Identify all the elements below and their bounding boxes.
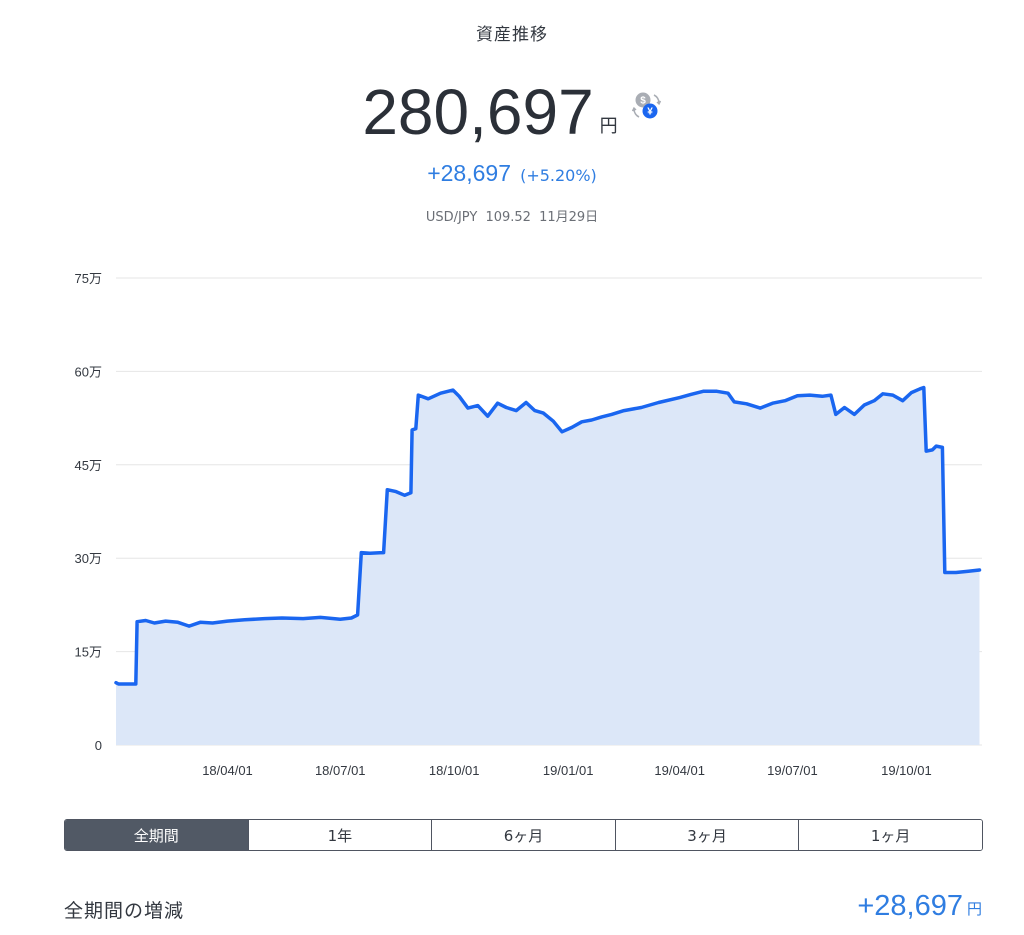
x-tick-label: 19/10/01 [881, 763, 932, 778]
y-tick-label: 30万 [75, 551, 102, 566]
tab-1-year[interactable]: 1年 [247, 820, 432, 850]
change-row: +28,697 (+5.20%) [0, 160, 1024, 187]
fx-rate-row: USD/JPY 109.52 11月29日 [0, 206, 1024, 225]
change-percent: (+5.20%) [520, 166, 597, 185]
total-asset-unit: 円 [599, 116, 618, 137]
tab-6-months[interactable]: 6ヶ月 [431, 820, 615, 850]
tab-3-months[interactable]: 3ヶ月 [614, 820, 799, 850]
x-tick-label: 18/04/01 [202, 763, 253, 778]
currency-toggle-icon[interactable]: $ ¥ [631, 90, 662, 122]
y-tick-label: 15万 [75, 645, 102, 660]
series-area [116, 387, 980, 745]
fx-date: 11月29日 [539, 210, 599, 225]
y-tick-label: 0 [95, 738, 102, 753]
summary-value-row: +28,697 円 [857, 890, 982, 923]
tab-all-period[interactable]: 全期間 [65, 820, 248, 850]
x-tick-label: 19/04/01 [654, 763, 705, 778]
summary-value: +28,697 [857, 890, 963, 922]
summary-unit: 円 [966, 900, 982, 918]
y-tick-label: 60万 [75, 364, 102, 379]
fx-rate: 109.52 [485, 210, 531, 225]
svg-text:$: $ [640, 96, 646, 107]
y-tick-label: 75万 [75, 271, 102, 286]
tab-1-month[interactable]: 1ヶ月 [798, 820, 982, 850]
svg-text:¥: ¥ [647, 107, 653, 118]
x-tick-label: 19/07/01 [767, 763, 818, 778]
asset-history-chart: 0 15万 30万 45万 60万 75万 18/04/01 18/07/01 18/10/01… [75, 271, 982, 778]
y-tick-label: 45万 [75, 458, 102, 473]
total-asset-value: 280,697 [362, 76, 594, 148]
x-tick-label: 18/10/01 [429, 763, 480, 778]
x-tick-label: 18/07/01 [315, 763, 366, 778]
total-asset-row: 280,697 円 $ ¥ [0, 80, 1024, 144]
change-value: +28,697 [427, 160, 511, 186]
page-title: 資産推移 [476, 25, 548, 45]
x-tick-label: 19/01/01 [543, 763, 594, 778]
period-tabs: 全期間 1年 6ヶ月 3ヶ月 1ヶ月 [64, 819, 983, 851]
fx-pair: USD/JPY [425, 210, 478, 225]
summary-label: 全期間の増減 [64, 900, 185, 922]
